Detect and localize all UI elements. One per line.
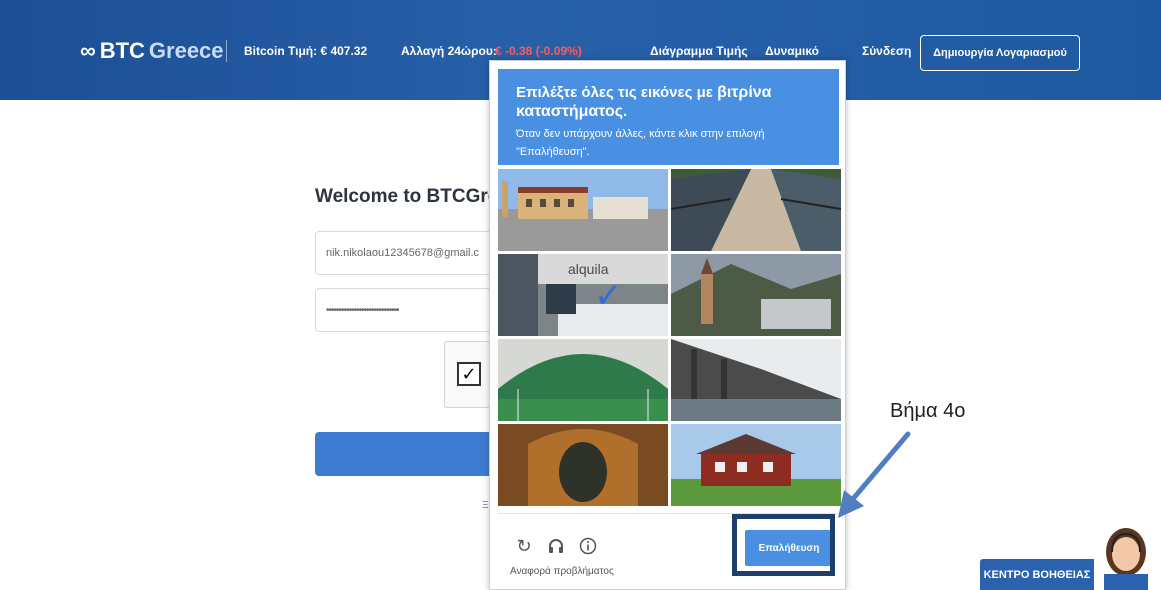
recaptcha-instructions: Επιλέξτε όλες τις εικόνες με βιτρίνα κατ… (498, 69, 839, 165)
support-agent-avatar (1096, 522, 1156, 590)
headphones-icon[interactable] (546, 536, 566, 556)
nav-chart[interactable]: Διάγραμμα Τιμής (650, 44, 748, 58)
recaptcha-title: Επιλέξτε όλες τις εικόνες με βιτρίνα κατ… (516, 83, 821, 121)
info-icon[interactable] (578, 536, 598, 556)
change-label: Αλλαγή 24ώρου: (401, 44, 497, 58)
forgot-link[interactable]: Ξ (482, 500, 489, 511)
site-logo[interactable]: ∞ BTC Greece (80, 38, 224, 64)
tile-ornate-bridge[interactable] (671, 339, 841, 421)
logo-greece: Greece (148, 38, 224, 63)
step-text: Βήμα 4ο (890, 400, 966, 422)
header-divider (226, 40, 227, 62)
login-button[interactable] (315, 432, 515, 476)
password-field[interactable]: ••••••••••••••••••••••••••••• (315, 288, 515, 332)
reload-icon[interactable]: ↻ (514, 536, 534, 556)
bitcoin-price: Bitcoin Τιμή: € 407.32 (244, 44, 368, 58)
captcha-checkbox[interactable]: ✓ (457, 362, 481, 386)
tile-bridge-walkway[interactable] (671, 169, 841, 251)
welcome-heading: Welcome to BTCGre (315, 186, 499, 207)
signup-button[interactable]: Δημιουργία Λογαριασμού (920, 35, 1080, 71)
selected-check-icon: ✓ (594, 277, 623, 315)
report-problem-link[interactable]: Αναφορά προβλήματος (510, 566, 614, 577)
infinity-icon: ∞ (80, 38, 96, 63)
title-text: Επιλέξτε όλες τις εικόνες με (516, 84, 718, 101)
recaptcha-subtitle: Όταν δεν υπάρχουν άλλες, κάντε κλικ στην… (516, 128, 765, 158)
tile-storefront[interactable]: alquila ✓ (498, 254, 668, 336)
tile-church-town[interactable] (671, 254, 841, 336)
change-value: € -0.38 (-0.09%) (495, 44, 582, 58)
image-grid: alquila ✓ (498, 169, 841, 507)
tile-stone-head[interactable] (498, 424, 668, 506)
tile-red-house[interactable] (671, 424, 841, 506)
tile-stadium[interactable] (498, 339, 668, 421)
page: ∞ BTC Greece Bitcoin Τιμή: € 407.32 Αλλαγ… (0, 0, 1161, 590)
email-field[interactable]: nik.nikolaou12345678@gmail.c (315, 231, 515, 275)
recaptcha-challenge: Επιλέξτε όλες τις εικόνες με βιτρίνα κατ… (489, 60, 846, 590)
nav-dynamic[interactable]: Δυναμικό (765, 44, 819, 58)
store-sign-text: alquila (568, 261, 609, 277)
tile-town-square[interactable] (498, 169, 668, 251)
title-end: . (623, 103, 628, 120)
verify-highlight-box (732, 514, 835, 576)
logo-btc: BTC (99, 38, 145, 63)
help-center-button[interactable]: ΚΕΝΤΡΟ ΒΟΗΘΕΙΑΣ (980, 559, 1094, 590)
step-label: Βήμα 4ο (890, 400, 965, 423)
annotation-arrow-icon (838, 431, 911, 518)
nav-login[interactable]: Σύνδεση (862, 44, 911, 58)
